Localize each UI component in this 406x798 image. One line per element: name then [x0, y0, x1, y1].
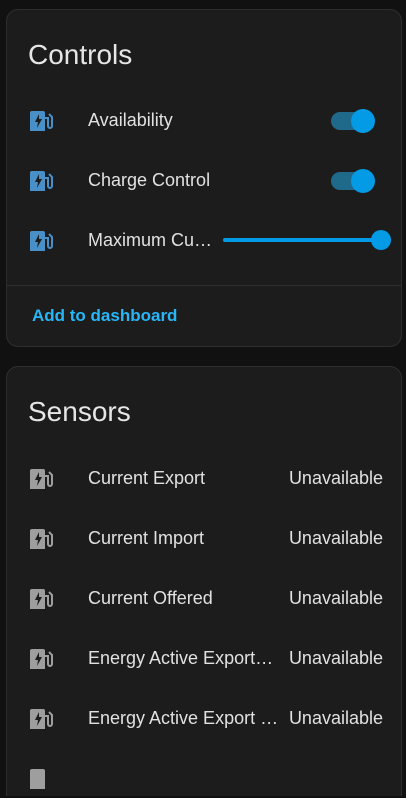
sensor-value: Unavailable [288, 588, 383, 608]
ev-station-icon [29, 646, 55, 672]
control-label: Maximum Current [88, 230, 214, 250]
sensor-row-partial[interactable] [7, 758, 401, 798]
sensor-value: Unavailable [288, 648, 383, 668]
control-row-charge-control[interactable]: Charge Control [7, 160, 401, 200]
sensor-label: Current Import [88, 528, 205, 548]
controls-title: Controls [28, 39, 133, 70]
ev-station-icon [29, 108, 55, 134]
ev-station-icon [29, 168, 55, 194]
control-label: Charge Control [88, 170, 211, 190]
sensor-row[interactable]: Energy Active Export Register Unavailabl… [7, 698, 401, 738]
charge-control-toggle[interactable] [331, 169, 377, 193]
sensor-value: Unavailable [288, 528, 383, 548]
maximum-current-slider[interactable] [223, 228, 393, 252]
toggle-thumb[interactable] [351, 109, 375, 133]
sensors-title: Sensors [28, 396, 131, 427]
sensor-row[interactable]: Current Export Unavailable [7, 458, 401, 498]
sensor-label: Current Export [88, 468, 206, 488]
sensor-row[interactable]: Current Offered Unavailable [7, 578, 401, 618]
control-label: Availability [88, 110, 173, 130]
controls-card: Controls Availability Charge Control Max… [6, 9, 402, 347]
divider [7, 285, 401, 286]
ev-station-icon [29, 466, 55, 492]
slider-track[interactable] [223, 238, 381, 242]
ev-station-icon [29, 526, 55, 552]
sensor-value: Unavailable [288, 708, 383, 728]
sensor-row[interactable]: Current Import Unavailable [7, 518, 401, 558]
availability-toggle[interactable] [331, 109, 377, 133]
slider-thumb[interactable] [371, 230, 391, 250]
ev-station-icon [29, 228, 55, 254]
ev-station-icon [29, 586, 55, 612]
sensor-row[interactable]: Energy Active Export Interval Unavailabl… [7, 638, 401, 678]
toggle-thumb[interactable] [351, 169, 375, 193]
ev-station-icon [29, 706, 55, 732]
sensors-card: Sensors Current Export Unavailable Curre… [6, 366, 402, 796]
sensor-label: Energy Active Export Register [88, 708, 280, 728]
add-to-dashboard-link[interactable]: Add to dashboard [32, 306, 177, 326]
control-row-availability[interactable]: Availability [7, 100, 401, 140]
sensor-value: Unavailable [288, 468, 383, 488]
sensor-label: Current Offered [88, 588, 213, 608]
control-row-maximum-current[interactable]: Maximum Current [7, 220, 401, 260]
sensor-label: Energy Active Export Interval [88, 648, 278, 668]
